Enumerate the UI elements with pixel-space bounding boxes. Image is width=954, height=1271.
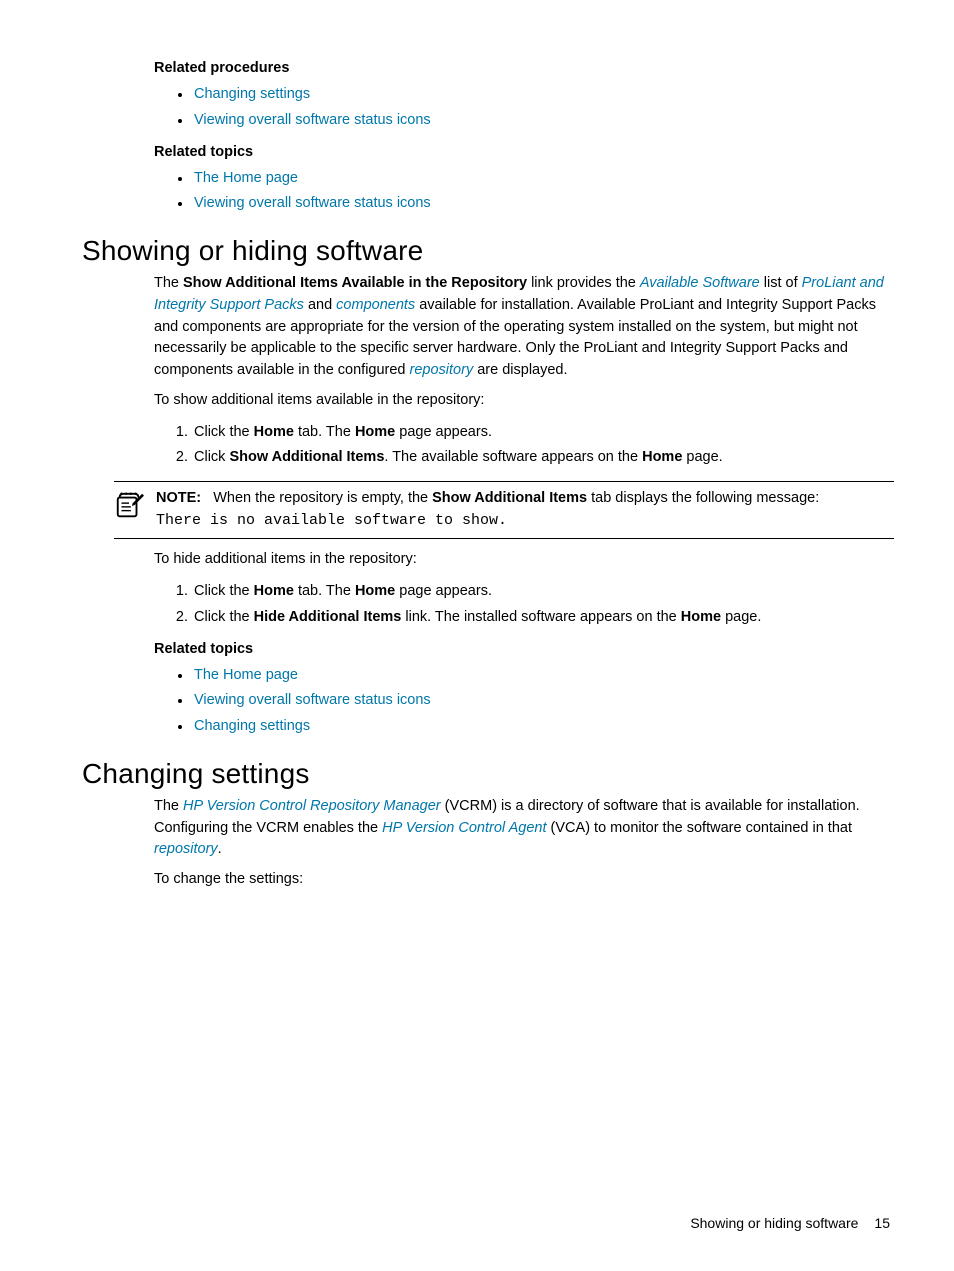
- list-item: The Home page: [192, 663, 894, 689]
- text: are displayed.: [473, 362, 567, 378]
- step-item: Click Show Additional Items. The availab…: [192, 445, 894, 471]
- text: list of: [760, 275, 802, 291]
- hide-steps-list: Click the Home tab. The Home page appear…: [154, 579, 894, 631]
- text: page.: [682, 449, 722, 465]
- list-item: Viewing overall software status icons: [192, 688, 894, 714]
- text: The: [154, 798, 183, 814]
- related-topics-heading: Related topics: [154, 641, 894, 657]
- text: Click the: [194, 609, 254, 625]
- related-topics-heading: Related topics: [154, 144, 894, 160]
- text-bold: Home: [355, 583, 395, 599]
- section1-para2: To show additional items available in th…: [154, 390, 894, 412]
- section-title-showing-hiding: Showing or hiding software: [82, 235, 894, 267]
- text-bold: Show Additional Items: [229, 449, 384, 465]
- link-changing-settings[interactable]: Changing settings: [194, 718, 310, 734]
- section2-para2: To change the settings:: [154, 869, 894, 891]
- text-bold: Home: [681, 609, 721, 625]
- note-text-bold: Show Additional Items: [432, 490, 587, 506]
- section1-para3: To hide additional items in the reposito…: [154, 549, 894, 571]
- note-message: There is no available software to show.: [156, 512, 507, 529]
- note-icon: [114, 490, 144, 524]
- link-changing-settings[interactable]: Changing settings: [194, 86, 310, 102]
- text: . The available software appears on the: [384, 449, 642, 465]
- glossary-link-vcrm[interactable]: HP Version Control Repository Manager: [183, 798, 441, 814]
- text: Click the: [194, 424, 254, 440]
- text: The: [154, 275, 183, 291]
- text: (VCA) to monitor the software contained …: [547, 820, 852, 836]
- text: .: [218, 841, 222, 857]
- glossary-link-available-software[interactable]: Available Software: [640, 275, 760, 291]
- text-bold: Show Additional Items Available in the R…: [183, 275, 527, 291]
- text: tab. The: [294, 583, 355, 599]
- footer-text: Showing or hiding software: [690, 1215, 858, 1231]
- related-procedures-heading: Related procedures: [154, 60, 894, 76]
- list-item: Viewing overall software status icons: [192, 191, 894, 217]
- text-bold: Hide Additional Items: [254, 609, 402, 625]
- link-viewing-status-icons[interactable]: Viewing overall software status icons: [194, 195, 431, 211]
- text-bold: Home: [355, 424, 395, 440]
- link-home-page[interactable]: The Home page: [194, 170, 298, 186]
- text: page appears.: [395, 424, 492, 440]
- text: page.: [721, 609, 761, 625]
- section2-para1: The HP Version Control Repository Manage…: [154, 796, 894, 861]
- text: tab. The: [294, 424, 355, 440]
- link-viewing-status-icons[interactable]: Viewing overall software status icons: [194, 112, 431, 128]
- glossary-link-vca[interactable]: HP Version Control Agent: [382, 820, 546, 836]
- text-bold: Home: [642, 449, 682, 465]
- step-item: Click the Home tab. The Home page appear…: [192, 579, 894, 605]
- text: page appears.: [395, 583, 492, 599]
- text: Click: [194, 449, 229, 465]
- list-item: The Home page: [192, 166, 894, 192]
- page-footer: Showing or hiding software 15: [690, 1215, 890, 1231]
- text-bold: Home: [254, 424, 294, 440]
- glossary-link-components[interactable]: components: [336, 297, 415, 313]
- text: link provides the: [527, 275, 640, 291]
- section-title-changing-settings: Changing settings: [82, 758, 894, 790]
- note-block: NOTE: When the repository is empty, the …: [114, 481, 894, 539]
- link-home-page[interactable]: The Home page: [194, 667, 298, 683]
- section1-para1: The Show Additional Items Available in t…: [154, 273, 894, 382]
- related-topics-list: The Home page Viewing overall software s…: [154, 166, 894, 218]
- show-steps-list: Click the Home tab. The Home page appear…: [154, 420, 894, 472]
- list-item: Changing settings: [192, 714, 894, 740]
- note-text: tab displays the following message:: [587, 490, 819, 506]
- glossary-link-repository[interactable]: repository: [154, 841, 218, 857]
- text: link. The installed software appears on …: [401, 609, 680, 625]
- glossary-link-repository[interactable]: repository: [410, 362, 474, 378]
- list-item: Changing settings: [192, 82, 894, 108]
- related-procedures-list: Changing settings Viewing overall softwa…: [154, 82, 894, 134]
- text-bold: Home: [254, 583, 294, 599]
- related-topics-list-2: The Home page Viewing overall software s…: [154, 663, 894, 740]
- step-item: Click the Home tab. The Home page appear…: [192, 420, 894, 446]
- text: Click the: [194, 583, 254, 599]
- step-item: Click the Hide Additional Items link. Th…: [192, 605, 894, 631]
- list-item: Viewing overall software status icons: [192, 108, 894, 134]
- note-text: When the repository is empty, the: [213, 490, 432, 506]
- link-viewing-status-icons[interactable]: Viewing overall software status icons: [194, 692, 431, 708]
- note-label: NOTE:: [156, 490, 201, 506]
- page-number: 15: [874, 1215, 890, 1231]
- text: and: [304, 297, 336, 313]
